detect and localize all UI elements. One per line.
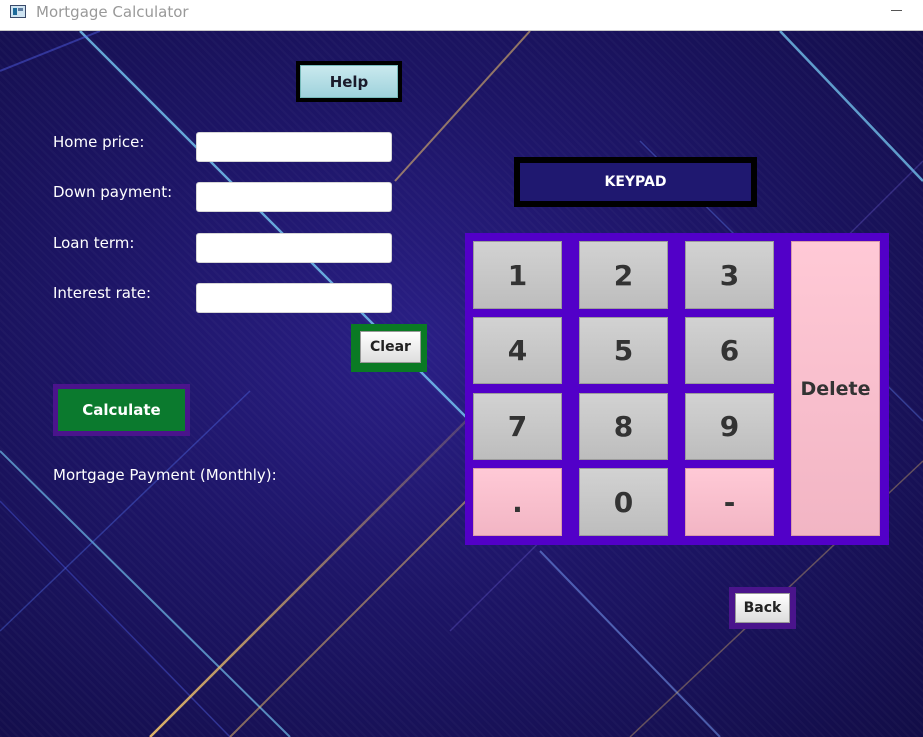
calculate-button[interactable]: Calculate <box>53 384 190 436</box>
calculate-button-label: Calculate <box>58 389 185 431</box>
clear-button-label: Clear <box>360 331 421 363</box>
clear-button[interactable]: Clear <box>351 324 427 372</box>
back-button-label: Back <box>735 593 790 623</box>
key-6[interactable]: 6 <box>685 317 774 384</box>
back-button[interactable]: Back <box>729 587 796 629</box>
key-3[interactable]: 3 <box>685 241 774 309</box>
keypad-title: KEYPAD <box>514 157 757 207</box>
window-title: Mortgage Calculator <box>36 3 189 21</box>
key-0[interactable]: 0 <box>579 468 668 536</box>
app-window-icon <box>10 5 26 18</box>
key-9[interactable]: 9 <box>685 393 774 460</box>
minimize-icon[interactable] <box>891 0 905 20</box>
key-5[interactable]: 5 <box>579 317 668 384</box>
home-price-input[interactable] <box>196 132 392 162</box>
loan-term-label: Loan term: <box>53 234 135 252</box>
help-button[interactable]: Help <box>296 61 402 102</box>
key-4[interactable]: 4 <box>473 317 562 384</box>
key-1[interactable]: 1 <box>473 241 562 309</box>
keypad: 1 2 3 4 5 6 7 8 9 . 0 - Delete <box>465 233 889 545</box>
down-payment-input[interactable] <box>196 182 392 212</box>
key-minus[interactable]: - <box>685 468 774 536</box>
help-button-label: Help <box>300 65 398 98</box>
key-decimal-point[interactable]: . <box>473 468 562 536</box>
loan-term-input[interactable] <box>196 233 392 263</box>
home-price-label: Home price: <box>53 133 145 151</box>
key-7[interactable]: 7 <box>473 393 562 460</box>
delete-button[interactable]: Delete <box>791 241 880 536</box>
window-title-bar: Mortgage Calculator <box>0 0 923 31</box>
interest-rate-label: Interest rate: <box>53 284 152 302</box>
mortgage-payment-label: Mortgage Payment (Monthly): <box>53 466 277 484</box>
key-2[interactable]: 2 <box>579 241 668 309</box>
down-payment-label: Down payment: <box>53 183 173 201</box>
interest-rate-input[interactable] <box>196 283 392 313</box>
key-8[interactable]: 8 <box>579 393 668 460</box>
